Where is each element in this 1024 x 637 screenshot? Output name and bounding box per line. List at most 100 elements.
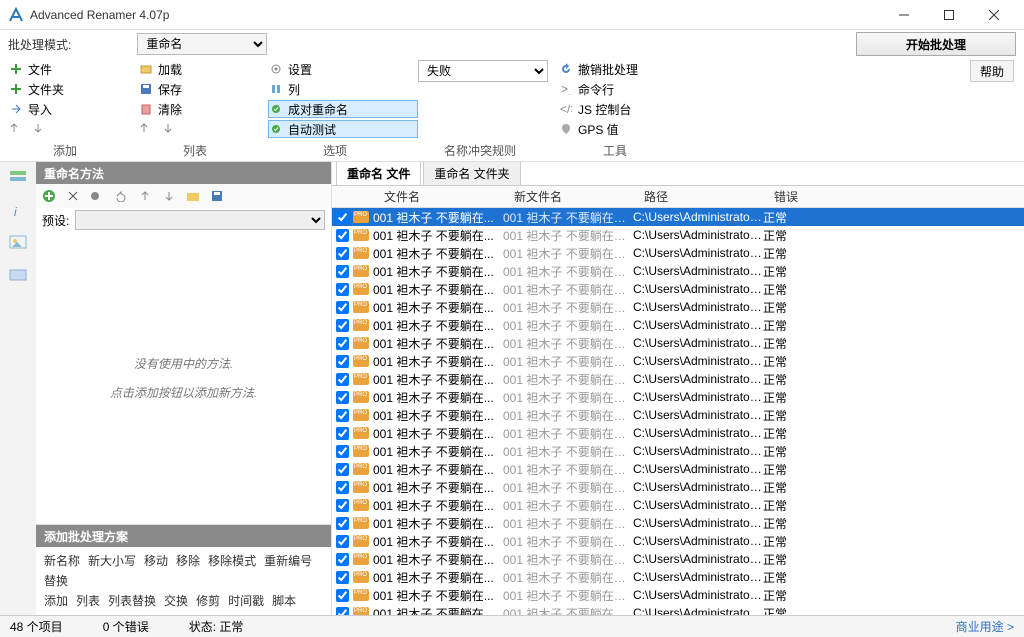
- scheme-link[interactable]: 脚本: [272, 594, 296, 608]
- load[interactable]: 加载: [138, 60, 268, 78]
- col-error[interactable]: 错误: [768, 188, 828, 205]
- row-checkbox[interactable]: [336, 517, 349, 530]
- import[interactable]: 导入: [8, 100, 138, 118]
- start-batch-button[interactable]: 开始批处理: [856, 32, 1016, 56]
- table-row[interactable]: 001 袒木子 不要躺在...001 袒木子 不要躺在课桌...C:\Users…: [332, 298, 1024, 316]
- table-row[interactable]: 001 袒木子 不要躺在...001 袒木子 不要躺在课桌...C:\Users…: [332, 550, 1024, 568]
- arrow-down-icon-2[interactable]: [162, 122, 174, 134]
- auto-test[interactable]: 自动测试: [268, 120, 418, 138]
- down-icon[interactable]: [162, 189, 176, 203]
- scheme-link[interactable]: 列表: [76, 594, 100, 608]
- scheme-link[interactable]: 添加: [44, 594, 68, 608]
- scheme-link[interactable]: 列表替换: [108, 594, 156, 608]
- col-filename[interactable]: 文件名: [378, 188, 508, 205]
- row-checkbox[interactable]: [336, 373, 349, 386]
- table-row[interactable]: 001 袒木子 不要躺在...001 袒木子 不要躺在课桌...C:\Users…: [332, 244, 1024, 262]
- row-checkbox[interactable]: [336, 355, 349, 368]
- row-checkbox[interactable]: [336, 463, 349, 476]
- row-checkbox[interactable]: [336, 337, 349, 350]
- table-row[interactable]: 001 袒木子 不要躺在...001 袒木子 不要躺在课桌...C:\Users…: [332, 280, 1024, 298]
- scheme-link[interactable]: 移除: [176, 554, 200, 568]
- row-checkbox[interactable]: [336, 535, 349, 548]
- table-row[interactable]: 001 袒木子 不要躺在...001 袒木子 不要躺在课桌...C:\Users…: [332, 478, 1024, 496]
- row-checkbox[interactable]: [336, 571, 349, 584]
- table-row[interactable]: 001 袒木子 不要躺在...001 袒木子 不要躺在课桌...C:\Users…: [332, 388, 1024, 406]
- scheme-link[interactable]: 替换: [44, 574, 68, 588]
- tab-files[interactable]: 重命名 文件: [336, 162, 421, 185]
- scheme-link[interactable]: 时间戳: [228, 594, 264, 608]
- settings[interactable]: 设置: [268, 60, 418, 78]
- columns[interactable]: 列: [268, 80, 418, 98]
- table-row[interactable]: 001 袒木子 不要躺在...001 袒木子 不要躺在课桌...C:\Users…: [332, 586, 1024, 604]
- table-body[interactable]: 001 袒木子 不要躺在...001 袒木子 不要躺在课桌...C:\Users…: [332, 208, 1024, 615]
- row-checkbox[interactable]: [336, 265, 349, 278]
- table-row[interactable]: 001 袒木子 不要躺在...001 袒木子 不要躺在课桌...C:\Users…: [332, 262, 1024, 280]
- scheme-link[interactable]: 新大小写: [88, 554, 136, 568]
- undo-batch[interactable]: 撤销批处理: [558, 60, 688, 78]
- scheme-link[interactable]: 移除模式: [208, 554, 256, 568]
- table-row[interactable]: 001 袒木子 不要躺在...001 袒木子 不要躺在课桌...C:\Users…: [332, 208, 1024, 226]
- commercial-link[interactable]: 商业用途 >: [956, 618, 1014, 635]
- row-checkbox[interactable]: [336, 211, 349, 224]
- gps-values[interactable]: GPS 值: [558, 120, 688, 138]
- folder-tab-icon[interactable]: [8, 264, 28, 284]
- scheme-link[interactable]: 移动: [144, 554, 168, 568]
- methods-tab-icon[interactable]: [8, 168, 28, 188]
- scheme-link[interactable]: 修剪: [196, 594, 220, 608]
- batch-mode-select[interactable]: 重命名: [137, 33, 267, 55]
- table-row[interactable]: 001 袒木子 不要躺在...001 袒木子 不要躺在课桌...C:\Users…: [332, 496, 1024, 514]
- row-checkbox[interactable]: [336, 445, 349, 458]
- arrow-down-icon[interactable]: [32, 122, 44, 134]
- row-checkbox[interactable]: [336, 553, 349, 566]
- table-row[interactable]: 001 袒木子 不要躺在...001 袒木子 不要躺在课桌...C:\Users…: [332, 460, 1024, 478]
- arrow-up-icon[interactable]: [8, 122, 20, 134]
- toggle-method-icon[interactable]: [90, 189, 104, 203]
- up-icon[interactable]: [138, 189, 152, 203]
- table-row[interactable]: 001 袒木子 不要躺在...001 袒木子 不要躺在课桌...C:\Users…: [332, 604, 1024, 615]
- clear[interactable]: 清除: [138, 100, 268, 118]
- row-checkbox[interactable]: [336, 229, 349, 242]
- add-file[interactable]: 文件: [8, 60, 138, 78]
- table-row[interactable]: 001 袒木子 不要躺在...001 袒木子 不要躺在课桌...C:\Users…: [332, 514, 1024, 532]
- help-button[interactable]: 帮助: [970, 60, 1014, 82]
- scheme-link[interactable]: 重新编号: [264, 554, 312, 568]
- scheme-link[interactable]: 新名称: [44, 554, 80, 568]
- row-checkbox[interactable]: [336, 499, 349, 512]
- col-path[interactable]: 路径: [638, 188, 768, 205]
- table-row[interactable]: 001 袒木子 不要躺在...001 袒木子 不要躺在课桌...C:\Users…: [332, 352, 1024, 370]
- tab-folders[interactable]: 重命名 文件夹: [423, 162, 520, 185]
- table-row[interactable]: 001 袒木子 不要躺在...001 袒木子 不要躺在课桌...C:\Users…: [332, 568, 1024, 586]
- table-row[interactable]: 001 袒木子 不要躺在...001 袒木子 不要躺在课桌...C:\Users…: [332, 316, 1024, 334]
- scheme-link[interactable]: 交换: [164, 594, 188, 608]
- row-checkbox[interactable]: [336, 589, 349, 602]
- add-folder[interactable]: 文件夹: [8, 80, 138, 98]
- commandline[interactable]: >_命令行: [558, 80, 688, 98]
- table-row[interactable]: 001 袒木子 不要躺在...001 袒木子 不要躺在课桌...C:\Users…: [332, 406, 1024, 424]
- reload-icon[interactable]: [114, 189, 128, 203]
- open-folder-icon[interactable]: [186, 189, 200, 203]
- table-row[interactable]: 001 袒木子 不要躺在...001 袒木子 不要躺在课桌...C:\Users…: [332, 424, 1024, 442]
- table-row[interactable]: 001 袒木子 不要躺在...001 袒木子 不要躺在课桌...C:\Users…: [332, 370, 1024, 388]
- minimize-button[interactable]: [881, 0, 926, 30]
- preset-select[interactable]: [75, 210, 325, 230]
- row-checkbox[interactable]: [336, 319, 349, 332]
- row-checkbox[interactable]: [336, 283, 349, 296]
- row-checkbox[interactable]: [336, 301, 349, 314]
- save-methods-icon[interactable]: [210, 189, 224, 203]
- row-checkbox[interactable]: [336, 391, 349, 404]
- collision-select[interactable]: 失败: [418, 60, 548, 82]
- row-checkbox[interactable]: [336, 409, 349, 422]
- row-checkbox[interactable]: [336, 481, 349, 494]
- image-tab-icon[interactable]: [8, 232, 28, 252]
- close-button[interactable]: [971, 0, 1016, 30]
- save[interactable]: 保存: [138, 80, 268, 98]
- table-row[interactable]: 001 袒木子 不要躺在...001 袒木子 不要躺在课桌...C:\Users…: [332, 442, 1024, 460]
- table-row[interactable]: 001 袒木子 不要躺在...001 袒木子 不要躺在课桌...C:\Users…: [332, 226, 1024, 244]
- pair-rename[interactable]: 成对重命名: [268, 100, 418, 118]
- table-row[interactable]: 001 袒木子 不要躺在...001 袒木子 不要躺在课桌...C:\Users…: [332, 334, 1024, 352]
- arrow-up-icon-2[interactable]: [138, 122, 150, 134]
- info-tab-icon[interactable]: i: [8, 200, 28, 220]
- js-console[interactable]: </>JS 控制台: [558, 100, 688, 118]
- row-checkbox[interactable]: [336, 427, 349, 440]
- maximize-button[interactable]: [926, 0, 971, 30]
